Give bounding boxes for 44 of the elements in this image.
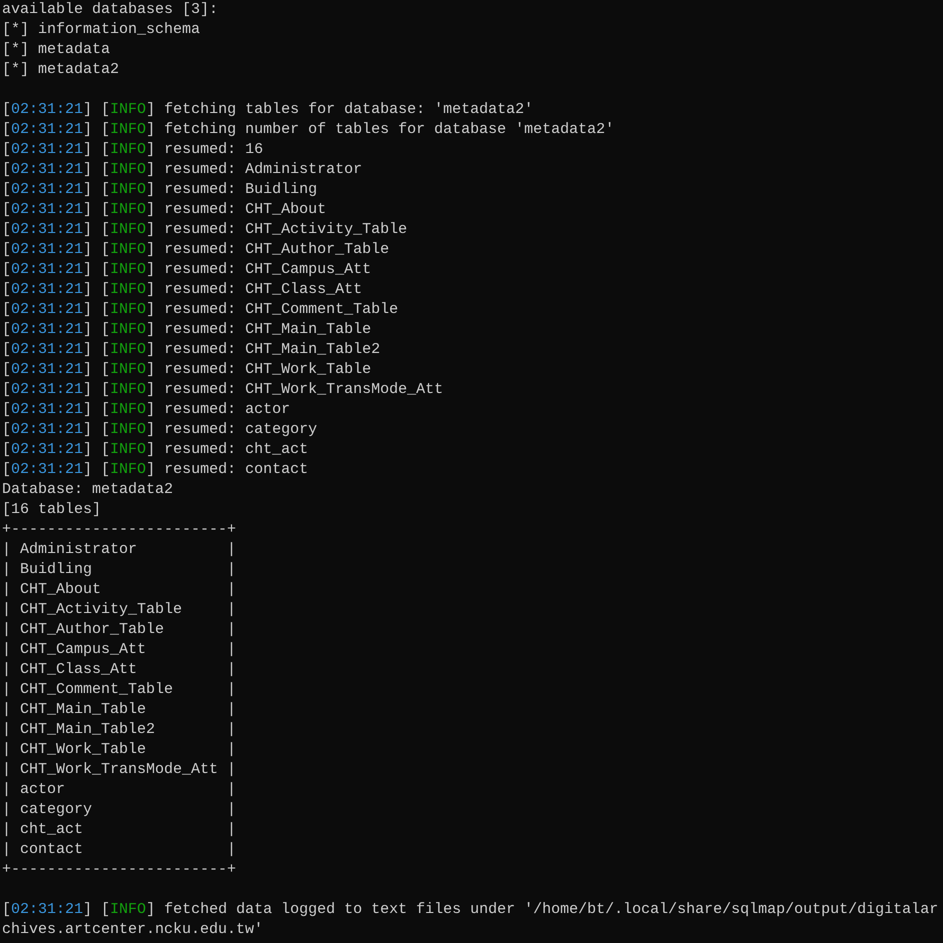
log-line: [02:31:21] [INFO] resumed: CHT_Activity_Table [2,221,408,238]
output-line: [16 tables] [2,501,102,518]
table-row: | CHT_Class_Att | [2,661,236,678]
log-line: [02:31:21] [INFO] resumed: CHT_About [2,201,326,218]
table-row: | CHT_Main_Table2 | [2,721,236,738]
table-row: | CHT_Work_TransMode_Att | [2,761,236,778]
output-line: [*] metadata [2,41,110,58]
log-line: [02:31:21] [INFO] resumed: CHT_Author_Table [2,241,390,258]
log-line: [02:31:21] [INFO] fetching number of tables for database 'metadata2' [2,121,614,138]
table-border: +------------------------+ [2,521,236,538]
table-row: | CHT_Main_Table | [2,701,236,718]
log-line: [02:31:21] [INFO] resumed: CHT_Comment_Table [2,301,398,318]
log-line: [02:31:21] [INFO] resumed: CHT_Main_Table2 [2,341,380,358]
table-row: | CHT_Activity_Table | [2,601,236,618]
output-line: available databases [3]: [2,1,218,18]
log-line: [02:31:21] [INFO] resumed: contact [2,461,308,478]
log-line: [02:31:21] [INFO] fetching tables for database: 'metadata2' [2,101,534,118]
log-line: [02:31:21] [INFO] fetched data logged to text files under '/home/bt/.local/share/sqlmap/output/digitalarchives.artcenter.ncku.edu.tw' [2,901,938,938]
table-row: | CHT_Author_Table | [2,621,236,638]
log-line: [02:31:21] [INFO] resumed: category [2,421,318,438]
output-line: [*] information_schema [2,21,200,38]
log-line: [02:31:21] [INFO] resumed: Administrator [2,161,362,178]
table-row: | cht_act | [2,821,236,838]
table-row: | actor | [2,781,236,798]
table-row: | category | [2,801,236,818]
table-border: +------------------------+ [2,861,236,878]
log-line: [02:31:21] [INFO] resumed: CHT_Class_Att [2,281,362,298]
log-line: [02:31:21] [INFO] resumed: CHT_Main_Table [2,321,372,338]
table-row: | CHT_Work_Table | [2,741,236,758]
log-line: [02:31:21] [INFO] resumed: cht_act [2,441,308,458]
table-row: | CHT_About | [2,581,236,598]
table-row: | contact | [2,841,236,858]
table-row: | CHT_Comment_Table | [2,681,236,698]
table-row: | Administrator | [2,541,236,558]
log-line: [02:31:21] [INFO] resumed: CHT_Work_Table [2,361,372,378]
log-line: [02:31:21] [INFO] resumed: Buidling [2,181,318,198]
log-line: [02:31:21] [INFO] resumed: CHT_Campus_Att [2,261,372,278]
output-line: [*] metadata2 [2,61,120,78]
log-line: [02:31:21] [INFO] resumed: actor [2,401,290,418]
output-line: Database: metadata2 [2,481,174,498]
table-row: | Buidling | [2,561,236,578]
table-row: | CHT_Campus_Att | [2,641,236,658]
log-line: [02:31:21] [INFO] resumed: 16 [2,141,264,158]
log-line: [02:31:21] [INFO] resumed: CHT_Work_TransMode_Att [2,381,444,398]
